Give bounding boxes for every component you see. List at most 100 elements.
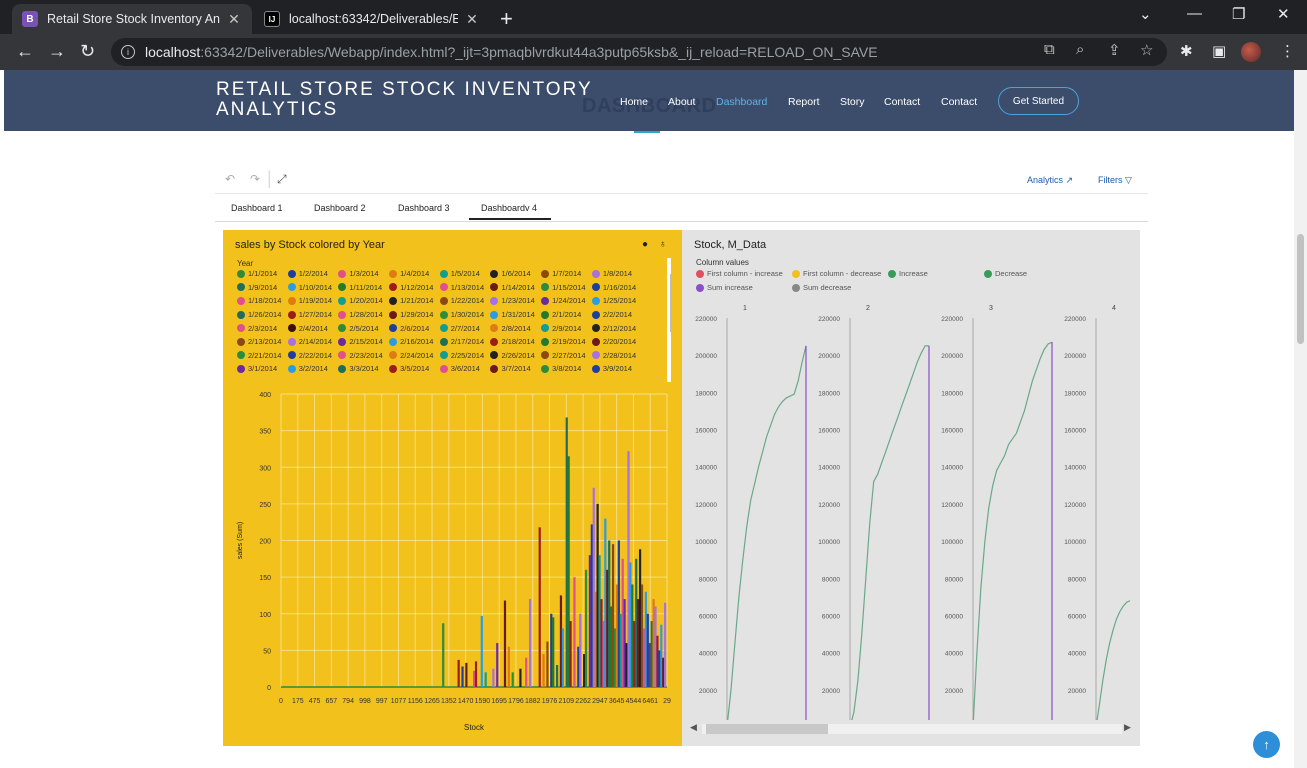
legend-item[interactable]: 2/19/2014 — [541, 337, 592, 347]
bar[interactable] — [621, 558, 624, 687]
scroll-thumb[interactable] — [670, 274, 671, 332]
legend-item[interactable]: 1/27/2014 — [287, 310, 339, 320]
share-icon[interactable]: ⇪ — [1108, 41, 1121, 59]
bar[interactable] — [644, 591, 647, 687]
bookmark-star-icon[interactable]: ☆ — [1140, 41, 1153, 59]
legend-item[interactable]: 1/4/2014 — [389, 269, 440, 279]
legend-item[interactable]: 1/20/2014 — [338, 296, 389, 306]
legend-item[interactable]: 2/26/2014 — [490, 351, 541, 361]
legend-item[interactable]: 1/5/2014 — [439, 269, 491, 279]
legend-item[interactable]: 2/7/2014 — [439, 323, 491, 333]
legend-item[interactable]: 2/14/2014 — [287, 337, 339, 347]
legend-item[interactable]: 2/22/2014 — [287, 351, 339, 361]
legend-item[interactable]: First column - decrease — [792, 269, 881, 278]
undo-icon[interactable]: ↶ — [225, 172, 235, 186]
tab-dashboardv-4[interactable]: Dashboardv 4 — [469, 203, 552, 220]
bar[interactable] — [457, 659, 460, 687]
back-to-top-button[interactable]: ↑ — [1253, 731, 1280, 758]
translate-icon[interactable]: ⧉ — [1044, 41, 1055, 58]
legend-item[interactable]: 3/8/2014 — [541, 364, 592, 374]
restore-icon[interactable]: ❐ — [1232, 5, 1245, 23]
scroll-up-icon[interactable]: ▲ — [670, 260, 671, 267]
bar[interactable] — [546, 641, 549, 687]
browser-tab-active[interactable]: B Retail Store Stock Inventory Analy ✕ — [12, 4, 252, 34]
legend-item[interactable]: 2/12/2014 — [591, 323, 643, 333]
page-scroll-thumb[interactable] — [1297, 234, 1304, 344]
bar[interactable] — [550, 613, 553, 687]
legend-item[interactable]: 1/31/2014 — [490, 310, 541, 320]
legend-item[interactable]: 1/13/2014 — [439, 283, 491, 293]
bar[interactable] — [658, 650, 661, 687]
nav-report[interactable]: Report — [788, 96, 820, 108]
tab-dashboard-3[interactable]: Dashboard 3 — [398, 203, 450, 213]
bar[interactable] — [613, 628, 617, 687]
legend-item[interactable]: 2/17/2014 — [439, 337, 491, 347]
scroll-down-icon[interactable]: ▼ — [670, 369, 671, 376]
legend-item[interactable]: 1/18/2014 — [237, 296, 288, 306]
legend-item[interactable]: 2/28/2014 — [591, 351, 643, 361]
legend-item[interactable]: 2/27/2014 — [541, 351, 592, 361]
legend-item[interactable]: 2/21/2014 — [237, 351, 288, 361]
bar[interactable] — [503, 600, 507, 687]
bar[interactable] — [638, 549, 642, 687]
legend-item[interactable]: 2/9/2014 — [541, 323, 592, 333]
tab-dashboard-2[interactable]: Dashboard 2 — [314, 203, 366, 213]
legend-item[interactable]: 2/25/2014 — [439, 351, 491, 361]
bar[interactable] — [635, 558, 638, 687]
legend-item[interactable]: 1/14/2014 — [490, 283, 541, 293]
insight-bulb-icon[interactable]: ♁ — [659, 239, 667, 250]
legend-item[interactable]: 2/18/2014 — [490, 337, 541, 347]
bar[interactable] — [592, 487, 595, 687]
bar[interactable] — [567, 456, 570, 687]
bar[interactable] — [598, 555, 601, 687]
nav-about[interactable]: About — [668, 96, 695, 108]
bar[interactable] — [511, 672, 514, 687]
bar[interactable] — [596, 503, 599, 687]
legend-item[interactable]: 1/28/2014 — [338, 310, 389, 320]
legend-item[interactable]: 1/7/2014 — [541, 269, 592, 279]
bar[interactable] — [579, 613, 582, 687]
bar[interactable] — [642, 628, 646, 687]
bar[interactable] — [584, 569, 588, 687]
fullscreen-icon[interactable]: ⤢ — [277, 172, 287, 187]
legend-item[interactable]: 3/6/2014 — [439, 364, 491, 374]
analytics-button[interactable]: Analytics ↗ — [1027, 175, 1073, 186]
bar[interactable] — [617, 540, 620, 688]
bar[interactable] — [602, 621, 605, 687]
bar[interactable] — [611, 544, 615, 687]
legend-item[interactable]: 1/10/2014 — [287, 283, 339, 293]
horizontal-scrollbar[interactable]: ◀ ▶ — [690, 722, 1134, 736]
close-tab-icon[interactable]: ✕ — [226, 11, 242, 28]
legend-item[interactable]: 1/21/2014 — [389, 296, 440, 306]
bar[interactable] — [507, 646, 510, 687]
legend-item[interactable]: 1/16/2014 — [591, 283, 643, 293]
site-brand[interactable]: RETAIL STORE STOCK INVENTORY ANALYTICS — [216, 80, 596, 120]
bar[interactable] — [561, 628, 564, 687]
bar[interactable] — [528, 599, 532, 687]
address-bar[interactable]: i localhost:63342/Deliverables/Webapp/in… — [111, 38, 1167, 66]
scroll-left-icon[interactable]: ◀ — [690, 722, 697, 733]
bar[interactable] — [542, 654, 545, 687]
legend-item[interactable]: 2/13/2014 — [237, 337, 288, 347]
legend-item[interactable]: 1/30/2014 — [439, 310, 491, 320]
scroll-thumb[interactable] — [706, 724, 828, 734]
bar[interactable] — [600, 599, 603, 687]
nav-story[interactable]: Story — [840, 96, 865, 108]
legend-item[interactable]: 1/9/2014 — [237, 283, 288, 293]
legend-item[interactable]: 2/16/2014 — [389, 337, 440, 347]
legend-item[interactable]: Decrease — [984, 269, 1027, 278]
browser-tab[interactable]: IJ localhost:63342/Deliverables/Em ✕ — [254, 4, 490, 34]
minimize-icon[interactable]: — — [1187, 5, 1202, 22]
forward-icon[interactable]: → — [48, 41, 66, 62]
bar[interactable] — [473, 670, 476, 687]
new-tab-button[interactable]: + — [500, 6, 513, 32]
legend-item[interactable]: 1/23/2014 — [490, 296, 541, 306]
legend-item[interactable]: 1/1/2014 — [237, 269, 288, 279]
bar[interactable] — [573, 577, 576, 687]
nav-dashboard[interactable]: Dashboard — [716, 96, 767, 108]
filters-button[interactable]: Filters ▽ — [1098, 175, 1132, 186]
series-line[interactable] — [972, 341, 1053, 720]
bar[interactable] — [610, 606, 613, 687]
bar[interactable] — [569, 621, 572, 687]
legend-item[interactable]: 2/24/2014 — [389, 351, 440, 361]
